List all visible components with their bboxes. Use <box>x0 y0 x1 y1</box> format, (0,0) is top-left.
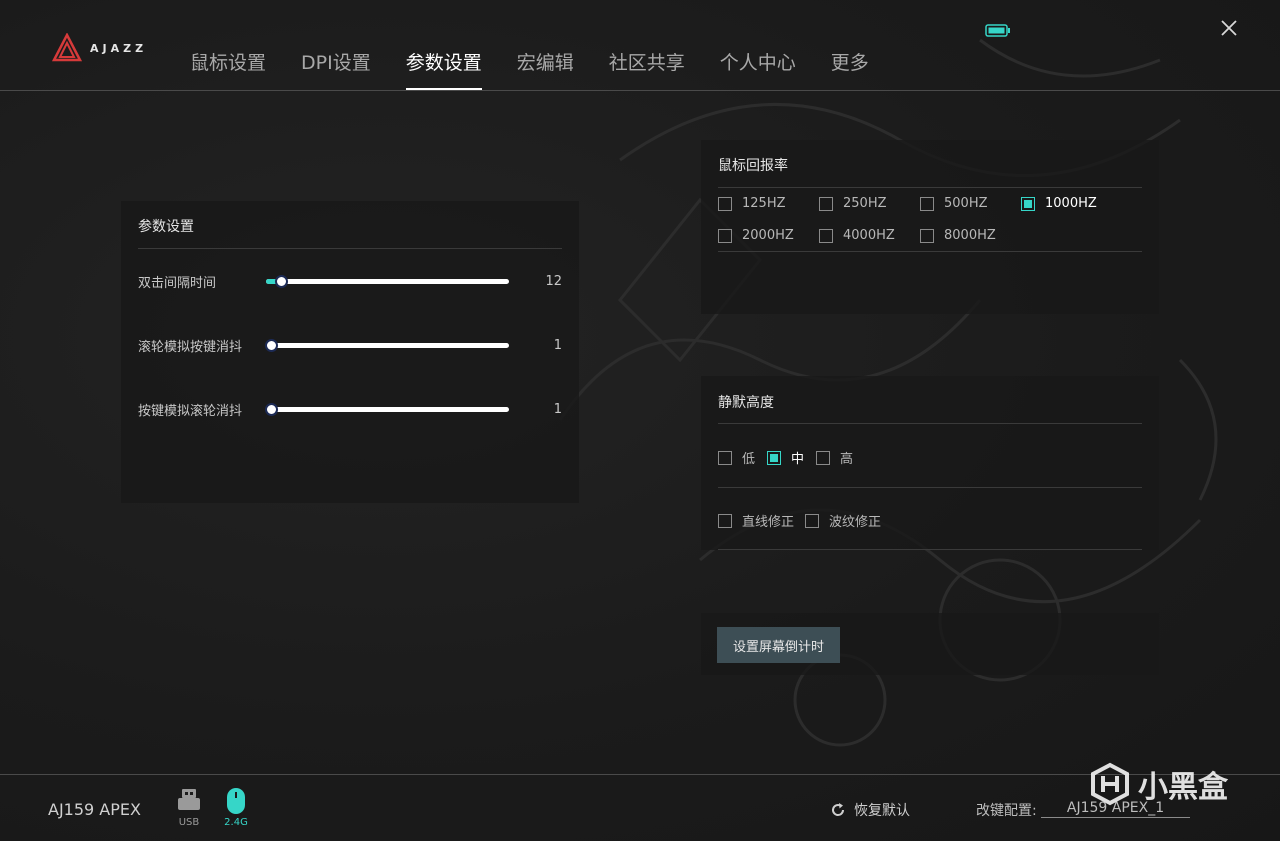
tab-parameter-settings[interactable]: 参数设置 <box>405 48 482 90</box>
checkbox-label: 500HZ <box>944 196 988 211</box>
key-debounce-slider[interactable] <box>265 402 509 416</box>
polling-2000hz-checkbox[interactable]: 2000HZ <box>718 228 794 243</box>
divider <box>718 549 1142 550</box>
xiaoheihe-logo-icon <box>1091 762 1129 806</box>
checkbox-box <box>1021 196 1035 211</box>
divider <box>718 423 1142 424</box>
refresh-icon <box>832 803 845 816</box>
checkbox-label: 4000HZ <box>843 228 895 243</box>
header: AJAZZ 鼠标设置 DPI设置 参数设置 宏编辑 社区共享 个人中心 更多 <box>0 0 1280 91</box>
checkbox-box <box>718 228 732 243</box>
ajazz-logo-icon <box>52 33 82 62</box>
divider <box>718 187 1142 188</box>
tab-macro-editor[interactable]: 宏编辑 <box>517 48 574 90</box>
checkbox-label: 中 <box>791 452 805 467</box>
close-icon[interactable] <box>1218 17 1240 39</box>
polling-125hz-checkbox[interactable]: 125HZ <box>718 196 786 211</box>
tab-community-share[interactable]: 社区共享 <box>609 48 685 90</box>
ripple-control-checkbox[interactable]: 波纹修正 <box>805 511 881 530</box>
checkbox-box <box>920 228 934 243</box>
set-screen-countdown-button[interactable]: 设置屏幕倒计时 <box>717 627 840 663</box>
lod-medium-checkbox[interactable]: 中 <box>767 448 804 467</box>
checkbox-box <box>718 450 732 465</box>
lift-off-distance-title: 静默高度 <box>718 395 774 411</box>
checkbox-box <box>718 196 732 211</box>
slider-label: 双击间隔时间 <box>138 275 217 291</box>
divider <box>718 251 1142 252</box>
logo-text: AJAZZ <box>90 41 148 55</box>
tab-personal-center[interactable]: 个人中心 <box>720 48 796 90</box>
checkbox-box <box>920 196 934 211</box>
checkbox-box <box>718 513 732 528</box>
checkbox-label: 8000HZ <box>944 228 996 243</box>
divider <box>138 248 562 249</box>
checkbox-box <box>767 450 781 465</box>
divider <box>718 487 1142 488</box>
lod-low-checkbox[interactable]: 低 <box>718 448 755 467</box>
slider-label: 滚轮模拟按键消抖 <box>138 339 243 355</box>
wireless-connection-indicator[interactable]: 2.4G <box>222 787 250 828</box>
slider-value: 1 <box>553 337 562 353</box>
restore-defaults-button[interactable]: 恢复默认 <box>830 800 910 820</box>
battery-icon <box>985 24 1010 37</box>
screen-countdown-panel: 设置屏幕倒计时 <box>701 613 1159 675</box>
profile-label: 改键配置: <box>976 803 1037 819</box>
checkbox-box <box>816 450 830 465</box>
checkbox-box <box>805 513 819 528</box>
checkbox-label: 直线修正 <box>742 515 795 530</box>
brand-logo: AJAZZ <box>52 33 147 63</box>
lift-off-distance-panel: 静默高度 低 中 高 直线修正 波纹修正 <box>701 376 1159 550</box>
checkbox-label: 1000HZ <box>1045 196 1097 211</box>
slider-label: 按键模拟滚轮消抖 <box>138 403 243 419</box>
wireless-label: 2.4G <box>224 817 248 828</box>
slider-value: 1 <box>553 401 562 417</box>
polling-4000hz-checkbox[interactable]: 4000HZ <box>819 228 895 243</box>
watermark: 小黑盒 <box>1088 762 1228 806</box>
checkbox-label: 125HZ <box>742 196 786 211</box>
parameter-panel: 参数设置 双击间隔时间 12 滚轮模拟按键消抖 1 按键模拟滚轮消抖 1 <box>121 201 579 503</box>
polling-rate-panel: 鼠标回报率 125HZ 250HZ 500HZ 1000HZ 2000HZ 40… <box>701 140 1159 314</box>
usb-connection-indicator[interactable]: USB <box>175 787 203 828</box>
wheel-debounce-slider[interactable] <box>265 338 509 352</box>
tab-more[interactable]: 更多 <box>831 48 869 90</box>
watermark-text: 小黑盒 <box>1138 770 1228 805</box>
parameter-panel-title: 参数设置 <box>138 219 194 235</box>
checkbox-label: 波纹修正 <box>829 515 882 530</box>
main-nav: 鼠标设置 DPI设置 参数设置 宏编辑 社区共享 个人中心 更多 <box>190 48 904 90</box>
polling-8000hz-checkbox[interactable]: 8000HZ <box>920 228 996 243</box>
slider-knob[interactable] <box>275 274 288 288</box>
tab-dpi-settings[interactable]: DPI设置 <box>301 48 371 90</box>
tab-mouse-settings[interactable]: 鼠标设置 <box>190 48 266 90</box>
wheel-debounce-row: 滚轮模拟按键消抖 1 <box>138 335 562 355</box>
polling-250hz-checkbox[interactable]: 250HZ <box>819 196 887 211</box>
slider-knob[interactable] <box>265 402 278 416</box>
key-debounce-row: 按键模拟滚轮消抖 1 <box>138 399 562 419</box>
polling-1000hz-checkbox[interactable]: 1000HZ <box>1021 196 1097 211</box>
slider-value: 12 <box>545 273 562 289</box>
restore-defaults-label: 恢复默认 <box>854 803 910 819</box>
polling-500hz-checkbox[interactable]: 500HZ <box>920 196 988 211</box>
usb-label: USB <box>178 817 200 828</box>
mouse-icon <box>227 788 245 814</box>
usb-icon <box>178 789 200 810</box>
lod-high-checkbox[interactable]: 高 <box>816 448 853 467</box>
checkbox-box <box>819 228 833 243</box>
double-click-interval-slider[interactable] <box>266 274 509 288</box>
checkbox-label: 2000HZ <box>742 228 794 243</box>
checkbox-box <box>819 196 833 211</box>
double-click-interval-row: 双击间隔时间 12 <box>138 271 562 291</box>
checkbox-label: 低 <box>742 452 756 467</box>
polling-rate-title: 鼠标回报率 <box>718 158 788 174</box>
device-name: AJ159 APEX <box>48 800 141 819</box>
checkbox-label: 高 <box>840 452 854 467</box>
checkbox-label: 250HZ <box>843 196 887 211</box>
slider-knob[interactable] <box>265 338 278 352</box>
angle-snapping-checkbox[interactable]: 直线修正 <box>718 511 794 530</box>
